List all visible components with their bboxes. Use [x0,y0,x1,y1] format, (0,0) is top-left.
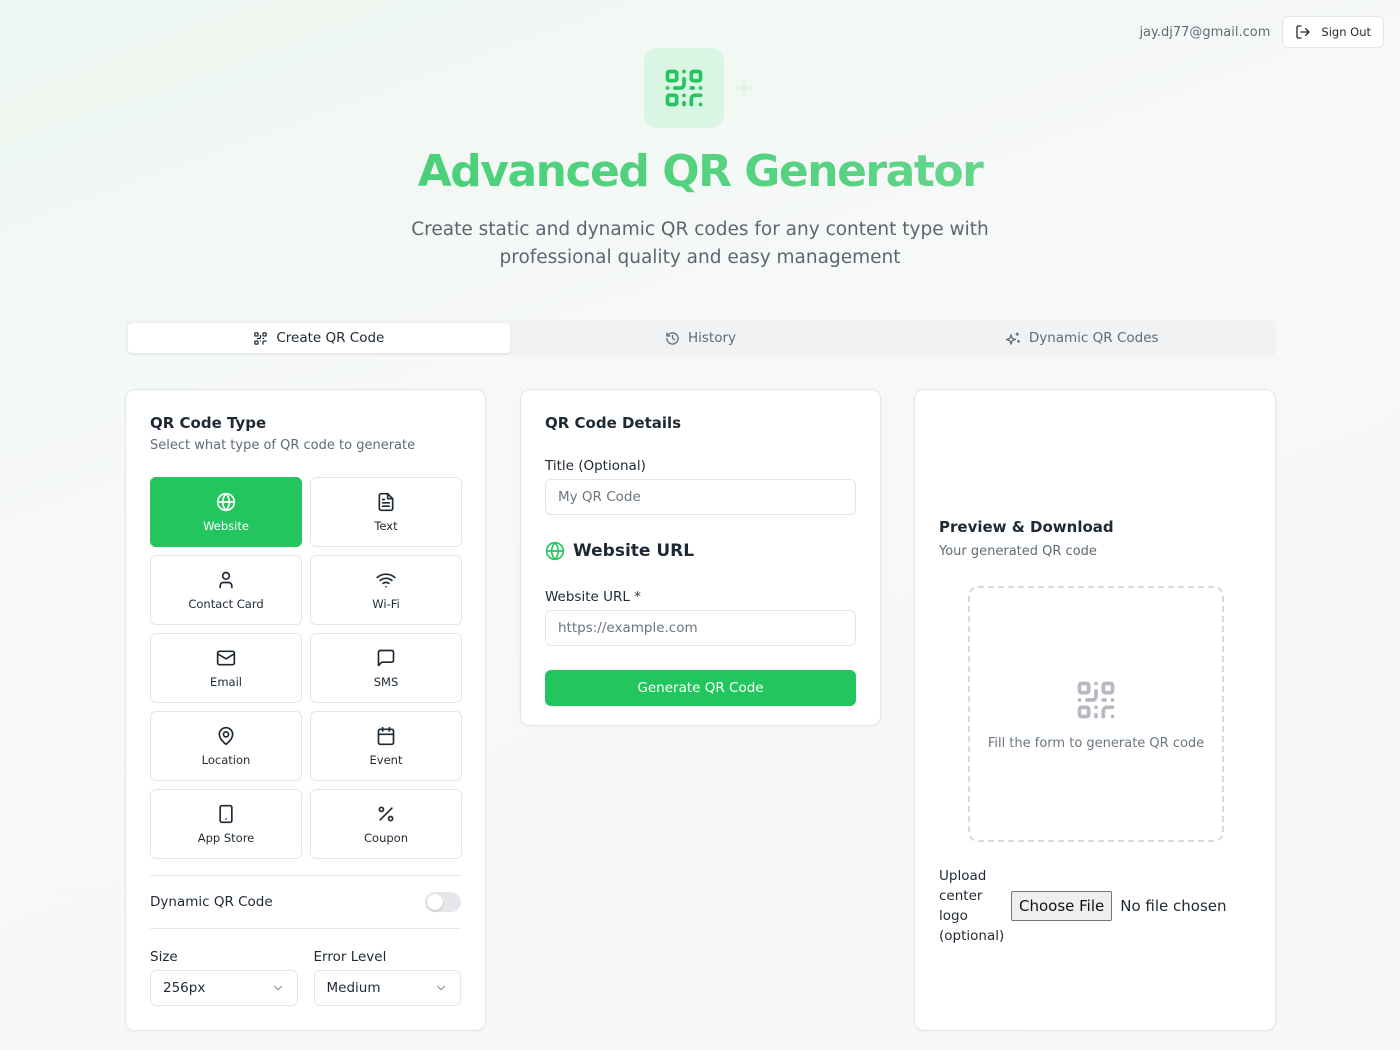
preview-description: Your generated QR code [939,544,1097,559]
type-coupon-button[interactable]: Coupon [310,789,462,859]
size-label: Size [150,949,178,965]
upload-logo-label: Upload center logo (optional) [939,868,1005,944]
type-wifi-button[interactable]: Wi-Fi [310,555,462,625]
error-level-value: Medium [326,980,381,996]
type-label: Text [374,518,398,533]
website-url-section: Website URL [545,541,856,561]
sparkles-icon [1005,331,1021,346]
error-level-label: Error Level [313,949,387,965]
section-title: Website URL [573,541,695,561]
website-url-input[interactable] [545,610,856,646]
file-status-text: No file chosen [1120,897,1227,915]
type-contact-card-button[interactable]: Contact Card [150,555,302,625]
preview-title: Preview & Download [939,518,1114,536]
page-subtitle: Create static and dynamic QR codes for a… [411,219,989,268]
chevron-down-icon [271,981,285,995]
qr-type-grid: Website Text Contact Card Wi-Fi Email SM… [150,477,462,859]
type-label: Email [210,674,242,689]
log-out-icon [1295,24,1311,40]
tab-create-qr-code[interactable]: Create QR Code [128,323,510,353]
qr-type-description: Select what type of QR code to generate [150,438,416,453]
type-website-button[interactable]: Website [150,477,302,547]
hero-qr-icon [644,48,724,128]
error-level-select[interactable]: Medium [313,970,461,1006]
generate-qr-code-button[interactable]: Generate QR Code [545,670,856,706]
size-value: 256px [163,980,206,996]
options-row: Size 256px Error Level Medium [150,949,461,1006]
type-text-button[interactable]: Text [310,477,462,547]
qr-details-card: QR Code Details Title (Optional) Website… [520,389,881,726]
qr-type-title: QR Code Type [150,414,267,432]
main-tabs: Create QR Code History Dynamic QR Codes [125,320,1276,356]
choose-file-button[interactable]: Choose File [1011,891,1113,921]
qr-type-card: QR Code Type Select what type of QR code… [125,389,486,1031]
tab-label: Dynamic QR Codes [1028,330,1159,346]
dynamic-qr-label: Dynamic QR Code [150,894,273,910]
type-label: SMS [373,674,399,689]
empty-preview-message: Fill the form to generate QR code [987,735,1205,751]
calendar-icon [376,726,396,746]
dynamic-qr-row: Dynamic QR Code [150,876,461,928]
mail-icon [216,648,236,668]
qr-details-title: QR Code Details [545,414,682,432]
map-pin-icon [216,726,236,746]
history-icon [665,331,680,346]
qr-code-icon [1074,678,1118,722]
type-sms-button[interactable]: SMS [310,633,462,703]
size-field: Size 256px [150,949,298,1006]
message-icon [376,648,396,668]
globe-icon [545,541,565,561]
qr-preview-placeholder: Fill the form to generate QR code [968,586,1224,842]
type-app-store-button[interactable]: App Store [150,789,302,859]
type-label: Location [201,752,251,767]
chevron-down-icon [434,981,448,995]
tab-label: History [687,330,737,346]
logo-upload-row: Upload center logo (optional) Choose Fil… [939,866,1227,946]
user-icon [216,570,236,590]
type-label: Coupon [364,830,408,845]
type-label: Website [203,518,249,533]
type-label: App Store [197,830,255,845]
size-select[interactable]: 256px [150,970,298,1006]
tab-dynamic-qr-codes[interactable]: Dynamic QR Codes [891,323,1273,353]
qr-code-icon [253,331,268,346]
account-bar: jay.dj77@gmail.com Sign Out [1139,16,1384,48]
preview-card: Preview & Download Your generated QR cod… [914,389,1276,1031]
tab-label: Create QR Code [276,330,385,346]
wifi-icon [376,570,396,590]
divider [150,928,461,929]
type-event-button[interactable]: Event [310,711,462,781]
globe-icon [216,492,236,512]
sign-out-label: Sign Out [1321,25,1371,39]
toggle-knob [427,894,443,910]
title-input[interactable] [545,479,856,515]
error-level-field: Error Level Medium [313,949,461,1006]
percent-icon [376,804,396,824]
url-field-label: Website URL * [545,589,641,605]
type-email-button[interactable]: Email [150,633,302,703]
smartphone-icon [216,804,236,824]
file-text-icon [376,492,396,512]
sign-out-button[interactable]: Sign Out [1282,16,1384,48]
type-location-button[interactable]: Location [150,711,302,781]
tab-history[interactable]: History [510,323,892,353]
user-email: jay.dj77@gmail.com [1139,24,1271,40]
type-label: Event [369,752,403,767]
sparkle-icon [730,74,758,102]
type-label: Wi-Fi [372,596,400,611]
title-field-label: Title (Optional) [545,458,646,474]
page-title: Advanced QR Generator [0,146,1400,197]
dynamic-qr-toggle[interactable] [425,892,461,912]
type-label: Contact Card [188,596,264,611]
